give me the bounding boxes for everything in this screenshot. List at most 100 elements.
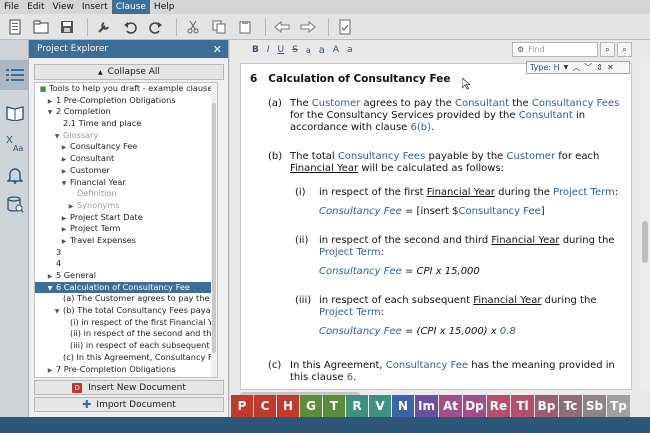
menu-edit[interactable]: Edit xyxy=(23,0,48,14)
new-document-icon[interactable] xyxy=(4,16,26,38)
tile-tp[interactable]: Tp xyxy=(607,395,630,417)
close-icon[interactable]: ✕ xyxy=(213,43,222,56)
import-document-button[interactable]: ✚ Import Document xyxy=(34,397,224,412)
tree-item[interactable]: (c) In this Agreement, Consultancy Fee..… xyxy=(35,352,217,364)
tree-item-label: 4 xyxy=(56,258,62,269)
increase-font-button[interactable]: A xyxy=(333,45,339,55)
tree-item[interactable]: ▶ Synonyms xyxy=(35,200,217,212)
tree-item[interactable]: ▶ Travel Expenses xyxy=(35,235,217,247)
tile-sb[interactable]: Sb xyxy=(583,395,606,417)
menu-file[interactable]: File xyxy=(0,0,23,14)
forward-arrow-icon[interactable] xyxy=(297,16,319,38)
menu-clause[interactable]: Clause xyxy=(111,0,150,14)
tile-r[interactable]: R xyxy=(346,395,368,417)
back-arrow-icon[interactable] xyxy=(271,16,293,38)
tile-t[interactable]: T xyxy=(323,395,345,417)
tree-item[interactable]: 4 xyxy=(35,258,217,270)
project-explorer-list-icon[interactable] xyxy=(0,60,29,90)
close-icon[interactable]: ✕ xyxy=(607,63,614,72)
cut-icon[interactable] xyxy=(182,16,204,38)
bold-button[interactable]: B xyxy=(252,45,259,55)
menu-bar: File Edit View Insert Clause Help xyxy=(0,0,650,14)
translate-icon[interactable]: X Aa xyxy=(0,128,29,158)
undo-icon[interactable] xyxy=(119,16,141,38)
tile-im[interactable]: Im xyxy=(415,395,438,417)
document-check-icon[interactable] xyxy=(334,16,356,38)
tree-item[interactable]: ▶ Consultancy Fee xyxy=(35,141,217,153)
tree-item[interactable]: (a) The Customer agrees to pay the Co... xyxy=(35,293,217,305)
tree-item[interactable]: ▶ Customer xyxy=(35,165,217,177)
tile-dp[interactable]: Dp xyxy=(463,395,486,417)
tree-item[interactable]: ▼ Financial Year xyxy=(35,177,217,189)
strikethrough-button[interactable]: S xyxy=(292,45,298,55)
tile-tc[interactable]: Tc xyxy=(559,395,582,417)
collapse-up-icon: ▲ xyxy=(98,68,103,76)
open-folder-icon[interactable] xyxy=(30,16,52,38)
tree-item-label: (i) in respect of the first Financial Ye… xyxy=(70,316,218,327)
tile-c[interactable]: C xyxy=(254,395,276,417)
project-explorer-title: Project Explorer xyxy=(37,44,109,54)
tile-at[interactable]: At xyxy=(439,395,462,417)
collapse-all-button[interactable]: ▲ Collapse All xyxy=(34,64,224,80)
find-input[interactable]: ⚙ Find xyxy=(512,42,598,57)
expand-icon[interactable]: ⇕ xyxy=(596,63,603,72)
tree-item-label: 2 Completion xyxy=(56,106,111,117)
tree-item[interactable]: (iii) in respect of each subsequent Fi..… xyxy=(35,340,217,352)
tree-item-label: 7 Pre-Completion Obligations xyxy=(56,363,176,374)
save-icon[interactable] xyxy=(56,16,78,38)
underline-button[interactable]: U xyxy=(278,45,285,55)
find-replace-button[interactable]: ⌕ xyxy=(600,42,615,57)
expand-toggle-icon[interactable]: ▶ xyxy=(46,365,54,377)
tree-item[interactable]: ▶ 7 Pre-Completion Obligations xyxy=(35,364,217,376)
para-i-formula: Consultancy Fee = [insert $Consultancy F… xyxy=(319,206,545,217)
menu-help[interactable]: Help xyxy=(150,0,179,14)
tree-item[interactable]: ▼ 2 Completion xyxy=(35,106,217,118)
wrench-icon[interactable] xyxy=(93,16,115,38)
document-d-icon: D xyxy=(72,382,83,393)
editor-scrollbar[interactable] xyxy=(640,63,650,390)
find-type-label: Type: H xyxy=(530,63,560,72)
paste-icon[interactable] xyxy=(234,16,256,38)
tree-scrollbar[interactable] xyxy=(211,83,217,377)
subscript-button[interactable]: a xyxy=(306,46,311,55)
tile-re[interactable]: Re xyxy=(487,395,510,417)
find-options-button[interactable]: ⌕ xyxy=(617,42,632,57)
para-i-line1: in respect of the first Financial Year d… xyxy=(319,187,619,198)
tile-tl[interactable]: Tl xyxy=(511,395,534,417)
tile-p[interactable]: P xyxy=(231,395,253,417)
dropdown-icon[interactable]: ▼ xyxy=(564,64,569,71)
tile-g[interactable]: G xyxy=(300,395,322,417)
tile-n[interactable]: N xyxy=(392,395,414,417)
decrease-font-button[interactable]: a xyxy=(347,45,353,55)
tree-item[interactable]: ■ Tools to help you draft - example claus… xyxy=(35,83,217,95)
copy-icon[interactable] xyxy=(208,16,230,38)
tree-item[interactable]: ▼ 6 Calculation of Consultancy Fee xyxy=(35,281,217,294)
menu-view[interactable]: View xyxy=(49,0,78,14)
chevron-down-icon[interactable]: ﹀ xyxy=(584,62,592,73)
tree-item[interactable]: ▼ (b) The total Consultancy Fees payable.… xyxy=(35,305,217,317)
tree-item[interactable]: 2.1 Time and place xyxy=(35,118,217,130)
superscript-button[interactable]: a xyxy=(319,45,325,56)
italic-button[interactable]: I xyxy=(267,45,270,55)
tree-item[interactable]: ▶ Project Start Date xyxy=(35,212,217,224)
tree-item[interactable]: ▶ 1 Pre-Completion Obligations xyxy=(35,95,217,107)
tree-item[interactable]: Definition xyxy=(35,188,217,200)
chevron-up-icon[interactable]: ︿ xyxy=(572,62,580,73)
tree-item[interactable]: (ii) in respect of the second and third.… xyxy=(35,328,217,340)
book-icon[interactable] xyxy=(0,98,29,128)
tree-item[interactable]: (i) in respect of the first Financial Ye… xyxy=(35,317,217,329)
tree-item[interactable]: 3 xyxy=(35,247,217,259)
menu-insert[interactable]: Insert xyxy=(78,0,112,14)
redo-icon[interactable] xyxy=(145,16,167,38)
database-search-icon[interactable] xyxy=(0,190,29,220)
tree-item[interactable]: ▶ 5 General xyxy=(35,270,217,282)
tile-bp[interactable]: Bp xyxy=(535,395,558,417)
tree-item[interactable]: ▶ Consultant xyxy=(35,153,217,165)
insert-new-document-button[interactable]: D Insert New Document xyxy=(34,380,224,395)
tile-h[interactable]: H xyxy=(277,395,299,417)
document-page[interactable]: 6 Calculation of Consultancy Fee (a) The… xyxy=(240,63,632,390)
tree-item[interactable]: ▶ Project Term xyxy=(35,223,217,235)
bell-icon[interactable] xyxy=(0,160,29,190)
tile-v[interactable]: V xyxy=(369,395,391,417)
tree-item[interactable]: ▼ Glossary xyxy=(35,130,217,142)
